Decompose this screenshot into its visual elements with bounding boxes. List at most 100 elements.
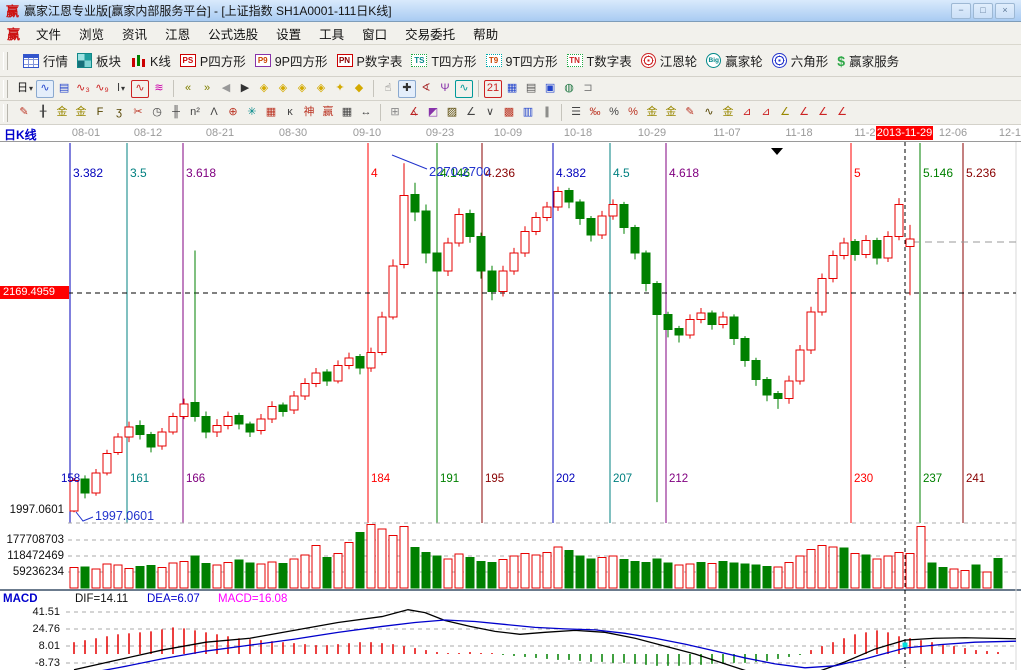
diary-icon[interactable]: ▤ bbox=[522, 80, 540, 98]
candle[interactable] bbox=[840, 243, 848, 256]
candle[interactable] bbox=[114, 437, 122, 452]
candle[interactable] bbox=[697, 313, 705, 319]
grid-count-icon[interactable]: ▦ bbox=[338, 104, 356, 122]
volume-bar[interactable] bbox=[521, 553, 529, 588]
volume-bar[interactable] bbox=[81, 567, 89, 588]
volume-bar[interactable] bbox=[741, 564, 749, 588]
ray-fan-icon[interactable]: ∡ bbox=[405, 104, 423, 122]
box-frame-icon[interactable]: ⊞ bbox=[386, 104, 404, 122]
toolbar-button-t-number-table[interactable]: TNT数字表 bbox=[567, 51, 632, 70]
toolbar-button-kline[interactable]: K线 bbox=[130, 51, 171, 70]
toolbar-button-gann-wheel[interactable]: 江恩轮 bbox=[641, 51, 698, 70]
candle[interactable] bbox=[202, 417, 210, 432]
volume-bar[interactable] bbox=[389, 535, 397, 588]
volume-bar[interactable] bbox=[290, 559, 298, 588]
gold-square-icon[interactable]: 金 bbox=[719, 104, 737, 122]
price-ruler-icon[interactable]: ☰ bbox=[567, 104, 585, 122]
star-burst-icon[interactable]: ✳ bbox=[243, 104, 261, 122]
candle[interactable] bbox=[334, 365, 342, 380]
candle[interactable] bbox=[433, 253, 441, 271]
gold-gate-2-icon[interactable]: 金 bbox=[72, 104, 90, 122]
candle[interactable] bbox=[103, 454, 111, 473]
trade-cart-icon[interactable]: ⊐ bbox=[579, 80, 597, 98]
candle[interactable] bbox=[367, 353, 375, 368]
volume-bar[interactable] bbox=[180, 562, 188, 588]
volume-bar[interactable] bbox=[301, 555, 309, 588]
candle[interactable] bbox=[169, 417, 177, 432]
volume-bar[interactable] bbox=[620, 560, 628, 588]
volume-bar[interactable] bbox=[994, 558, 1002, 588]
volume-bar[interactable] bbox=[785, 562, 793, 588]
toolbar-button-winner-wheel[interactable]: Big赢家轮 bbox=[706, 51, 763, 70]
chart-area[interactable]: 3.3821583.51613.61816641844.1461914.2361… bbox=[0, 142, 1021, 670]
candle[interactable] bbox=[862, 240, 870, 254]
volume-bar[interactable] bbox=[103, 564, 111, 588]
angle-f-icon[interactable]: ⊿ bbox=[757, 104, 775, 122]
wave-3-icon[interactable]: ∿₃ bbox=[74, 80, 92, 98]
step-forward-icon[interactable]: ▶ bbox=[236, 80, 254, 98]
candle[interactable] bbox=[543, 207, 551, 217]
save-icon[interactable]: ▣ bbox=[541, 80, 559, 98]
toolbar-button-9p-square[interactable]: P99P四方形 bbox=[255, 51, 328, 70]
kline-chart-canvas[interactable]: 3.3821583.51613.61816641844.1461914.2361… bbox=[0, 142, 1021, 670]
percent-range-icon[interactable]: ‰ bbox=[586, 104, 604, 122]
angle-ying-icon[interactable]: ∠ bbox=[814, 104, 832, 122]
volume-bar[interactable] bbox=[576, 556, 584, 588]
compress-diamond-icon[interactable]: ◈ bbox=[312, 80, 330, 98]
trend-angle-icon[interactable]: ∠ bbox=[462, 104, 480, 122]
menu-item-6[interactable]: 工具 bbox=[310, 22, 353, 45]
volume-bar[interactable] bbox=[818, 545, 826, 588]
candle[interactable] bbox=[763, 380, 771, 395]
volume-bar[interactable] bbox=[906, 553, 914, 588]
toolbar-button-hexagon[interactable]: 六角形 bbox=[772, 51, 829, 70]
candle[interactable] bbox=[224, 417, 232, 426]
candle[interactable] bbox=[554, 192, 562, 207]
volume-bar[interactable] bbox=[807, 550, 815, 588]
profile-histogram-icon[interactable]: ≋ bbox=[150, 80, 168, 98]
candle[interactable] bbox=[125, 427, 133, 437]
gann-fan-tool-icon[interactable]: Ψ bbox=[436, 80, 454, 98]
center-diamond-icon[interactable]: ✦ bbox=[331, 80, 349, 98]
time-ruler-icon[interactable]: ╂ bbox=[34, 104, 52, 122]
zoom-out-diamond-icon[interactable]: ◈ bbox=[255, 80, 273, 98]
candle[interactable] bbox=[466, 213, 474, 236]
clock-cycle-icon[interactable]: ◷ bbox=[148, 104, 166, 122]
volume-bar[interactable] bbox=[356, 533, 364, 588]
volume-bar[interactable] bbox=[70, 568, 78, 588]
candle[interactable] bbox=[191, 403, 199, 417]
volume-bar[interactable] bbox=[642, 562, 650, 588]
percent-lines-icon[interactable]: % bbox=[624, 104, 642, 122]
candle-style-icon[interactable]: ǀ▾ bbox=[112, 80, 130, 98]
candle[interactable] bbox=[356, 357, 364, 368]
candle[interactable] bbox=[598, 216, 606, 235]
angle-y-icon[interactable]: ⊿ bbox=[738, 104, 756, 122]
volume-bar[interactable] bbox=[851, 553, 859, 588]
volume-bar[interactable] bbox=[972, 565, 980, 588]
volume-bar[interactable] bbox=[840, 548, 848, 588]
volume-bar[interactable] bbox=[928, 563, 936, 588]
parallel-lines-icon[interactable]: ∥ bbox=[538, 104, 556, 122]
candle[interactable] bbox=[477, 236, 485, 270]
volume-bar[interactable] bbox=[334, 553, 342, 588]
volume-bar[interactable] bbox=[763, 566, 771, 588]
volume-bar[interactable] bbox=[587, 559, 595, 588]
candle[interactable] bbox=[147, 434, 155, 447]
volume-bar[interactable] bbox=[598, 558, 606, 588]
pan-hand-icon[interactable]: ☝ bbox=[379, 80, 397, 98]
volume-bar[interactable] bbox=[433, 556, 441, 588]
angle-shen-icon[interactable]: ∠ bbox=[795, 104, 813, 122]
candle[interactable] bbox=[301, 383, 309, 396]
angle-four-icon[interactable]: ∠ bbox=[833, 104, 851, 122]
menu-item-5[interactable]: 设置 bbox=[267, 22, 310, 45]
expand-h-diamond-icon[interactable]: ◈ bbox=[293, 80, 311, 98]
volume-bar[interactable] bbox=[422, 552, 430, 588]
gold-circle-icon[interactable]: 金 bbox=[643, 104, 661, 122]
volume-bar[interactable] bbox=[125, 569, 133, 588]
menu-item-3[interactable]: 江恩 bbox=[156, 22, 199, 45]
jump-last-icon[interactable]: » bbox=[198, 80, 216, 98]
gold-lines-icon[interactable]: 金 bbox=[662, 104, 680, 122]
candle[interactable] bbox=[785, 381, 793, 399]
volume-bar[interactable] bbox=[631, 562, 639, 588]
candle[interactable] bbox=[411, 194, 419, 212]
menu-item-9[interactable]: 帮助 bbox=[464, 22, 507, 45]
